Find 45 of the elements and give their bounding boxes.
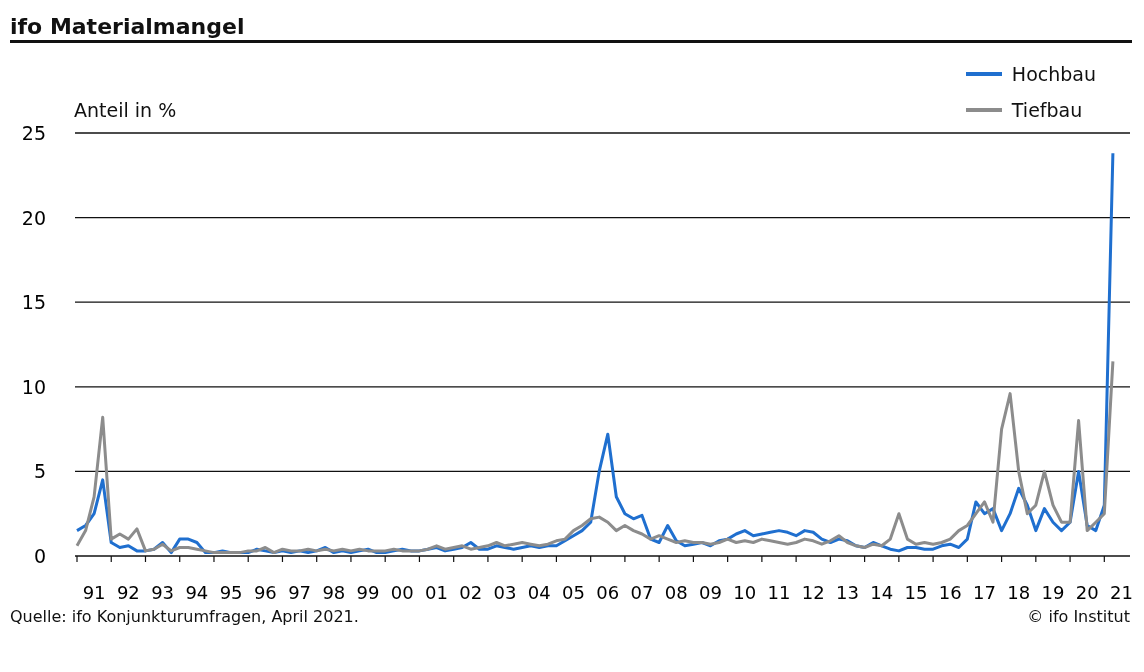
x-tick-label: 96 (253, 582, 277, 601)
x-tick-label: 14 (870, 582, 894, 601)
y-tick-label: 20 (21, 206, 46, 229)
x-tick-label: 91 (82, 582, 106, 601)
x-tick-label: 15 (904, 582, 928, 601)
x-tick-label: 18 (1007, 582, 1031, 601)
x-tick-label: 05 (562, 582, 585, 601)
y-tick-label: 5 (33, 460, 46, 483)
x-tick-label: 19 (1041, 582, 1065, 601)
x-tick-label: 13 (836, 582, 859, 601)
x-tick-label: 21 (1110, 582, 1133, 601)
x-tick-label: 95 (219, 582, 243, 601)
x-tick-label: 94 (185, 582, 209, 601)
x-tick-label: 08 (664, 582, 688, 601)
y-axis-label: Anteil in % (74, 99, 177, 121)
x-tick-label: 00 (390, 582, 414, 601)
legend-swatch (965, 108, 1002, 112)
chart-title: ifo Materialmangel (9, 13, 245, 38)
x-tick-label: 04 (527, 582, 551, 601)
x-tick-label: 11 (767, 582, 791, 601)
x-tick-label: 99 (356, 582, 380, 601)
x-tick-label: 98 (322, 582, 346, 601)
source-note: Quelle: ifo Konjunkturumfragen, April 2021. (10, 607, 359, 626)
x-tick-label: 09 (699, 582, 722, 601)
x-tick-label: 07 (630, 582, 654, 601)
x-tick-label: 02 (459, 582, 483, 601)
x-tick-label: 97 (288, 582, 312, 601)
legend-label: Hochbau (1011, 63, 1096, 85)
legend-swatch (965, 72, 1002, 76)
x-tick-label: 12 (801, 582, 825, 601)
x-tick-label: 06 (596, 582, 620, 601)
x-tick-label: 01 (425, 582, 448, 601)
x-tick-label: 03 (493, 582, 517, 601)
x-tick-label: 93 (151, 582, 175, 601)
y-tick-label: 10 (21, 375, 46, 398)
y-tick-label: 25 (21, 122, 46, 144)
legend-label: Tiefbau (1011, 99, 1083, 121)
y-tick-label: 15 (21, 291, 46, 314)
x-tick-label: 92 (116, 582, 140, 601)
x-tick-label: 10 (733, 582, 757, 601)
x-tick-label: 20 (1075, 582, 1099, 601)
y-tick-label: 0 (33, 545, 46, 567)
x-tick-label: 17 (973, 582, 996, 601)
x-tick-label: 16 (938, 582, 962, 601)
copyright-note: © ifo Institut (1027, 607, 1130, 626)
